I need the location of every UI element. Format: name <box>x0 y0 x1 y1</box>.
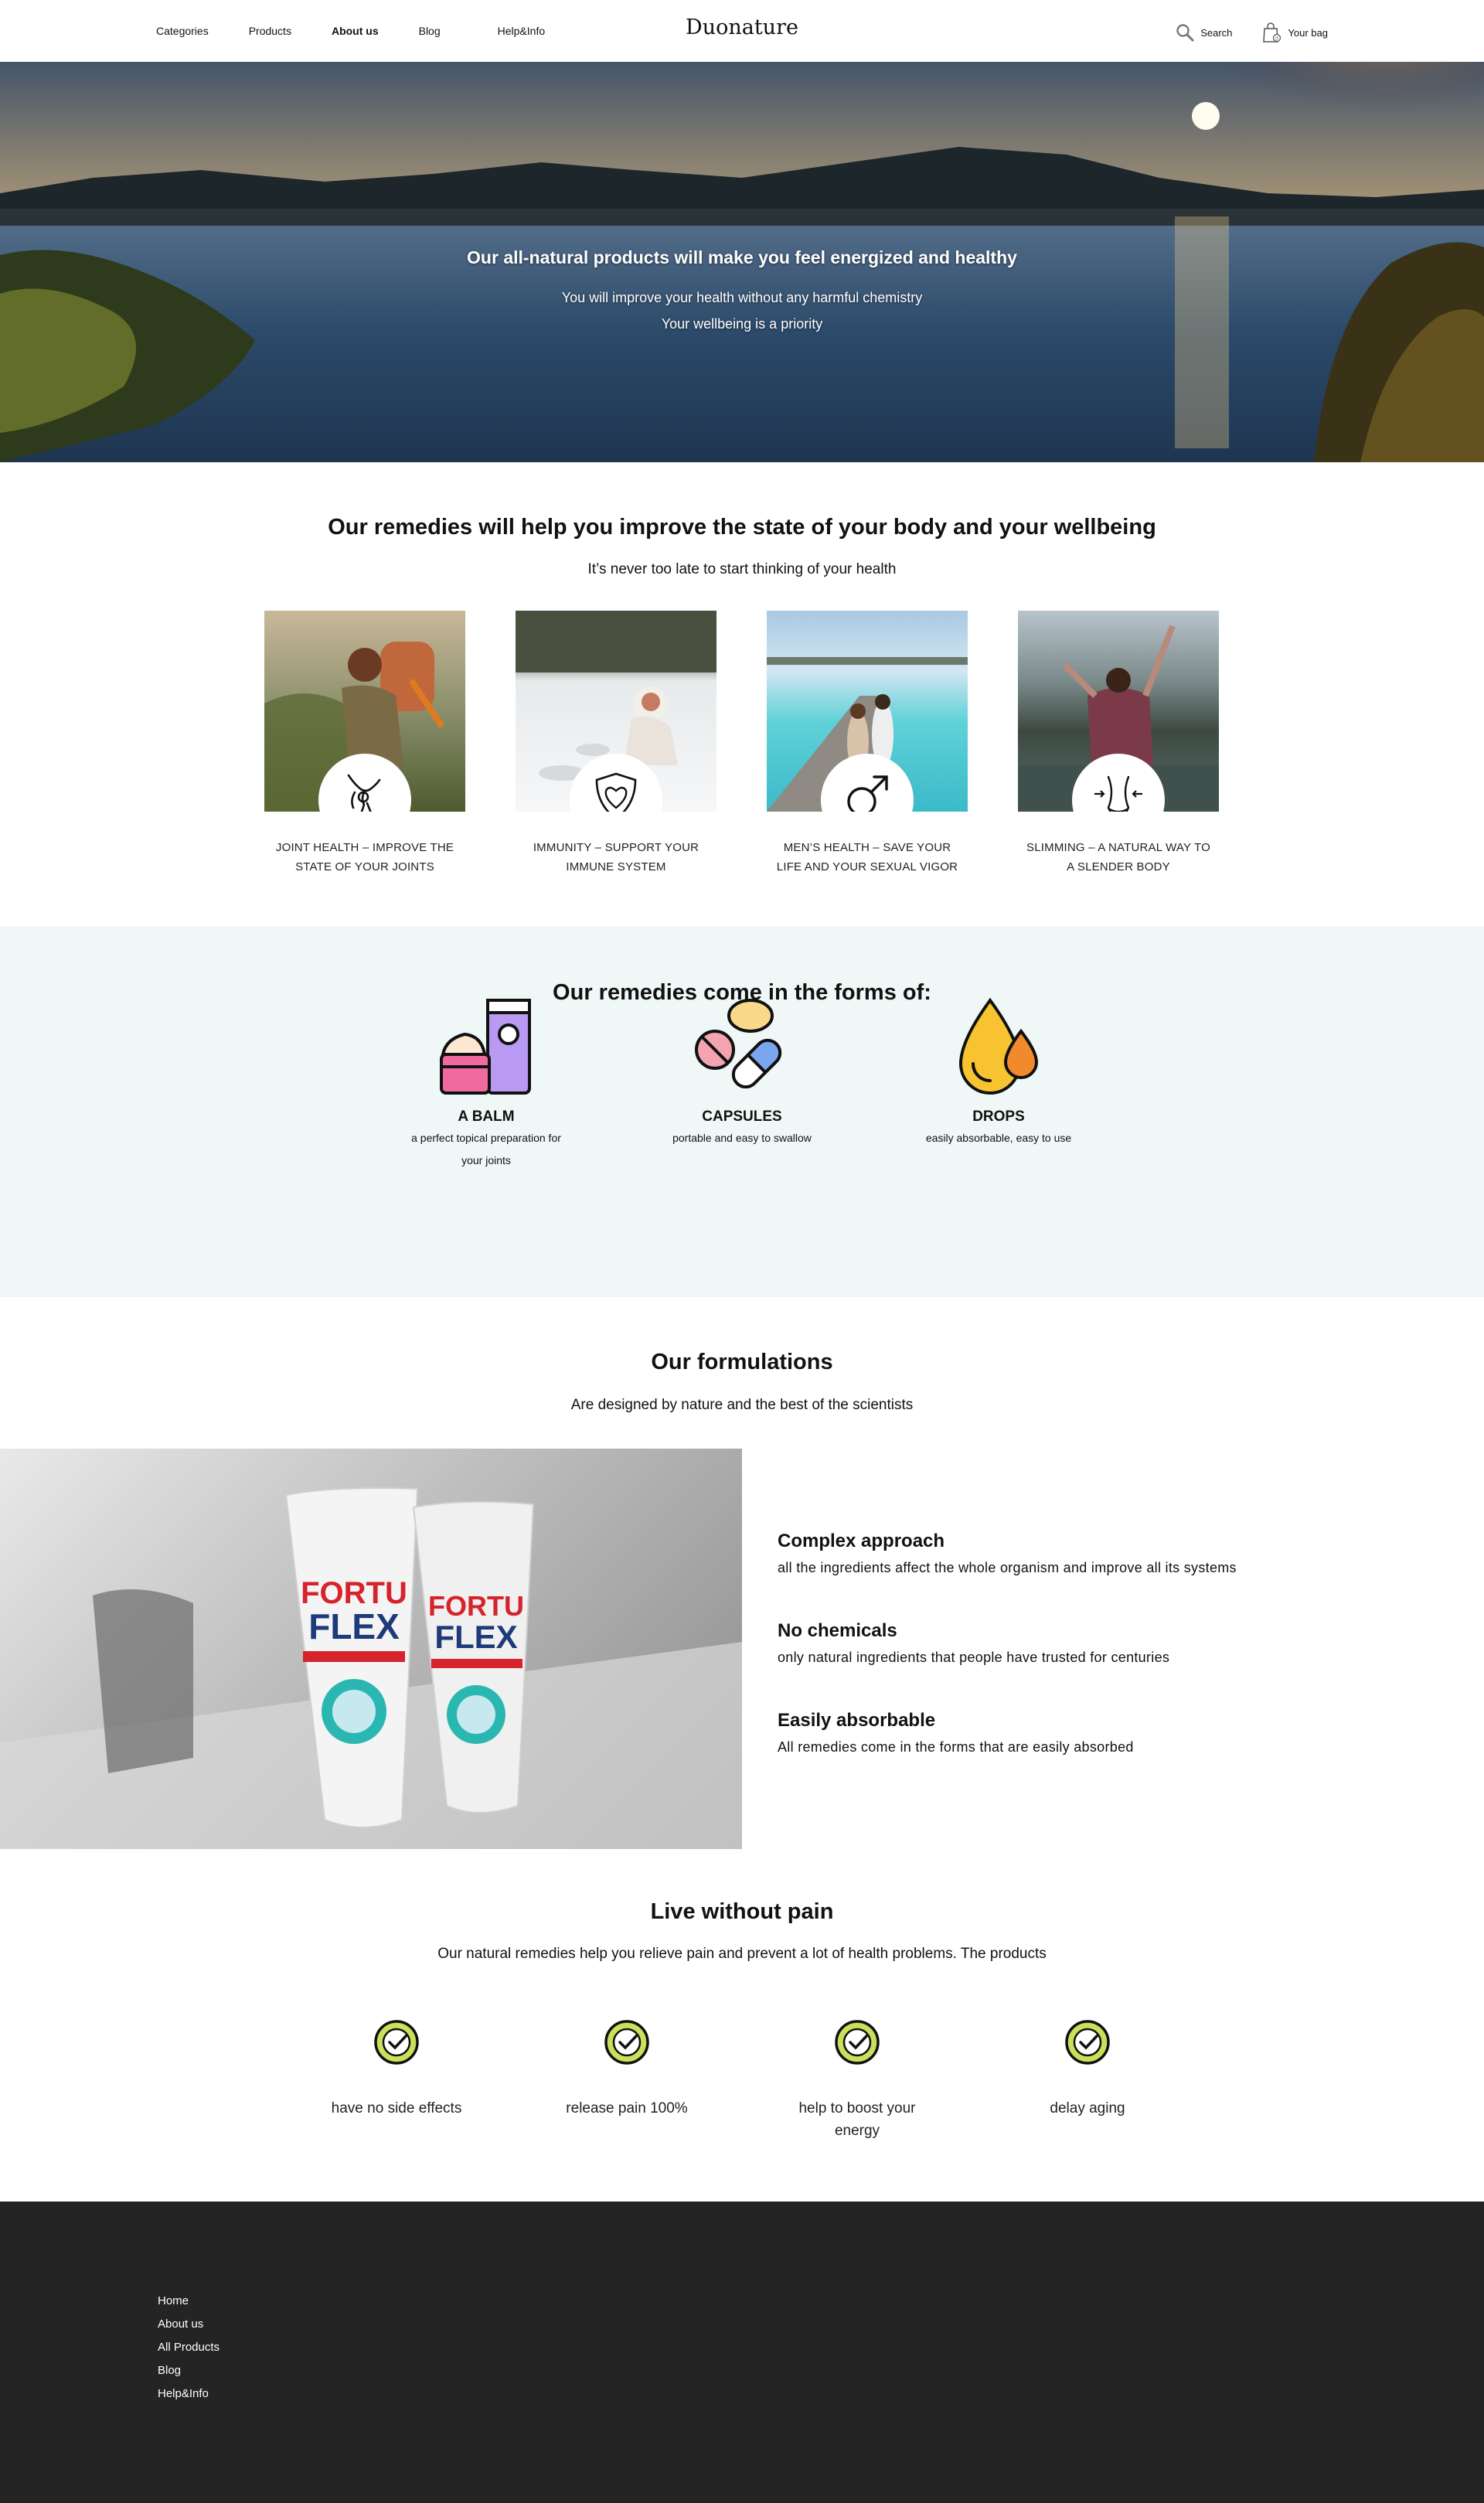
card-caption-line1: Slimming – a natural way to <box>1026 841 1210 854</box>
search-icon <box>1176 24 1194 42</box>
balm-icon <box>440 999 531 1095</box>
svg-text:0: 0 <box>1276 36 1279 42</box>
form-desc-line1: portable and easy to swallow <box>672 1132 812 1144</box>
tube-brand-fortu: FORTU <box>301 1576 407 1610</box>
capsules-icon <box>695 999 782 1089</box>
feature-desc: only natural ingredients that people hav… <box>778 1650 1170 1665</box>
bag-label: Your bag <box>1288 26 1328 39</box>
waist-icon <box>1094 775 1142 812</box>
form-name: CAPSULES <box>702 1108 782 1125</box>
feature-title: Complex approach <box>778 1531 945 1551</box>
footer-links: Home About us All Products Blog Help&Inf… <box>158 2290 220 2406</box>
search-label: Search <box>1200 26 1233 39</box>
footer-link-help-info[interactable]: Help&Info <box>158 2382 220 2406</box>
card-caption-line1: Immunity – support your <box>533 841 699 854</box>
footer-link-about-us[interactable]: About us <box>158 2313 220 2336</box>
shield-heart-icon <box>595 772 637 812</box>
check-label-line1: release pain 100% <box>566 2100 688 2116</box>
form-balm: A BALM a perfect topical preparation for… <box>386 999 587 1172</box>
bag-button[interactable]: 0 Your bag <box>1261 22 1328 43</box>
tube-brand-flex: FLEX <box>434 1619 517 1655</box>
check-label-line1: have no side effects <box>331 2100 462 2116</box>
hero-subtitle-line1: You will improve your health without any… <box>561 290 923 305</box>
check-item: have no side effects <box>311 2019 482 2120</box>
product-photo: FORTU FLEX FORTU FLEX <box>0 1449 742 1849</box>
feature-complex-approach: Complex approach all the ingredients aff… <box>778 1531 1237 1576</box>
site-footer: Home About us All Products Blog Help&Inf… <box>0 2202 1484 2503</box>
benefits-title: Our remedies will help you improve the s… <box>328 515 1156 540</box>
card-slimming[interactable]: Slimming – a natural way to a slender bo… <box>1018 611 1219 873</box>
form-desc-line2: your joints <box>461 1154 511 1166</box>
tube-brand-flex: FLEX <box>308 1606 400 1647</box>
card-joint-health[interactable]: Joint health – improve the state of your… <box>264 611 465 873</box>
feature-desc: All remedies come in the forms that are … <box>778 1739 1134 1755</box>
card-caption-line2: immune system <box>566 860 666 873</box>
check-item: help to boost your energy <box>772 2019 942 2142</box>
card-immunity[interactable]: Immunity – support your immune system <box>516 611 716 873</box>
footer-link-all-products[interactable]: All Products <box>158 2336 220 2359</box>
hiker-photo <box>264 611 465 812</box>
card-caption-line1: Joint health – improve the <box>275 841 454 854</box>
card-caption-line1: Men’s health – save your <box>783 841 951 854</box>
form-drops: DROPS easily absorbable, easy to use <box>898 997 1099 1149</box>
pain-subtitle: Our natural remedies help you relieve pa… <box>437 1946 1047 1962</box>
tube-brand-fortu: FORTU <box>428 1590 524 1622</box>
formulations-title: Our formulations <box>651 1350 833 1374</box>
check-circle-icon <box>374 2020 419 2065</box>
bag-icon: 0 <box>1263 22 1281 43</box>
check-circle-icon <box>1065 2020 1110 2065</box>
benefits-subtitle: It’s never too late to start thinking of… <box>587 561 897 577</box>
footer-link-home[interactable]: Home <box>158 2290 220 2313</box>
site-header: Categories Products About us Blog Help&I… <box>0 0 1484 62</box>
check-circle-icon <box>835 2020 880 2065</box>
check-item: release pain 100% <box>542 2019 712 2120</box>
footer-link-blog[interactable]: Blog <box>158 2359 220 2382</box>
hero-banner: Our all-natural products will make you f… <box>0 62 1484 462</box>
beach-pier-photo <box>767 611 968 812</box>
form-capsules: CAPSULES portable and easy to swallow <box>642 999 842 1149</box>
card-caption-line2: life and your sexual vigor <box>776 860 958 873</box>
form-desc-line1: a perfect topical preparation for <box>411 1132 561 1144</box>
joint-icon <box>347 774 381 812</box>
form-desc-line1: easily absorbable, easy to use <box>925 1132 1072 1144</box>
hero-subtitle-line2: Your wellbeing is a priority <box>661 316 823 332</box>
check-label-line2: energy <box>834 2123 880 2139</box>
check-label-line1: help to boost your <box>798 2100 916 2116</box>
feature-easily-absorbable: Easily absorbable All remedies come in t… <box>778 1710 1134 1756</box>
search-button[interactable]: Search <box>1176 23 1232 42</box>
card-mens-health[interactable]: Men’s health – save your life and your s… <box>767 611 968 873</box>
remedy-forms-section: Our remedies come in the forms of: A BAL… <box>0 926 1484 1297</box>
lake-woman-photo <box>1018 611 1219 812</box>
feature-title: No chemicals <box>778 1620 897 1641</box>
feature-desc: all the ingredients affect the whole org… <box>778 1560 1237 1575</box>
card-caption-line2: state of your joints <box>295 860 434 873</box>
male-symbol-icon <box>847 775 888 812</box>
pain-title: Live without pain <box>650 1899 834 1924</box>
check-label-line1: delay aging <box>1050 2100 1125 2116</box>
form-name: A BALM <box>458 1108 515 1125</box>
hero-title: Our all-natural products will make you f… <box>467 247 1017 267</box>
check-item: delay aging <box>1002 2019 1173 2120</box>
formulations-subtitle: Are designed by nature and the best of t… <box>570 1397 914 1413</box>
card-caption-line2: a slender body <box>1067 860 1170 873</box>
feature-no-chemicals: No chemicals only natural ingredients th… <box>778 1620 1169 1666</box>
snow-photo <box>516 611 716 812</box>
check-circle-icon <box>604 2020 649 2065</box>
form-name: DROPS <box>972 1108 1025 1125</box>
drops-icon <box>958 997 1039 1095</box>
feature-title: Easily absorbable <box>778 1710 936 1731</box>
